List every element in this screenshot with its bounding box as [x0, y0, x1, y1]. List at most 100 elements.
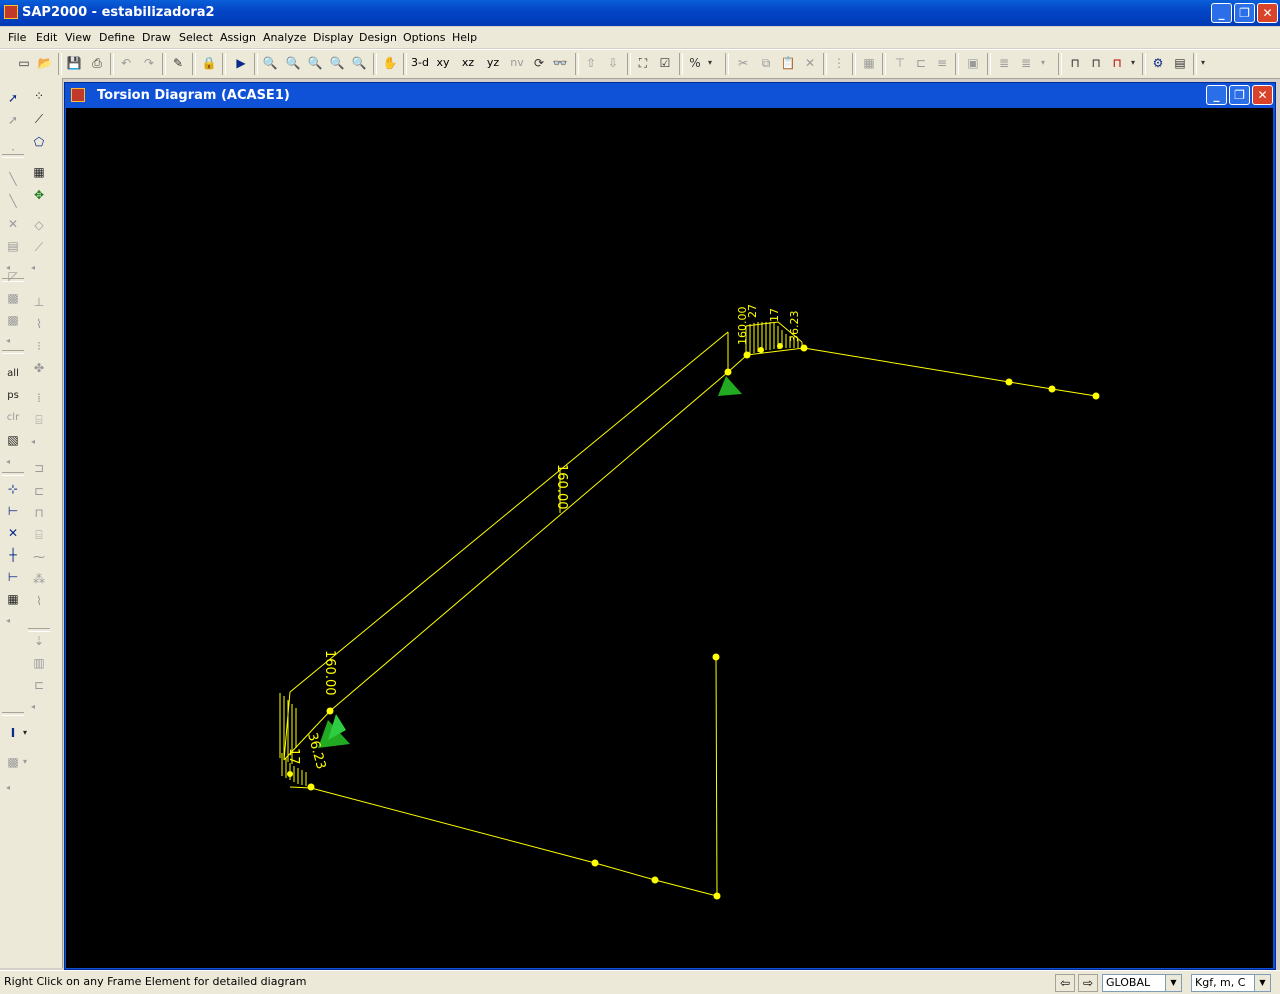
close-button[interactable]: ✕ — [1257, 3, 1278, 23]
pencil-icon[interactable]: ✎ — [168, 53, 188, 73]
joint[interactable] — [1005, 378, 1013, 386]
view-xy-button[interactable]: xy — [433, 53, 453, 73]
frame-element[interactable] — [594, 862, 656, 881]
diagram-canvas[interactable]: 160.00 160.00 27 17 36.23 160.00 36.23 1… — [66, 108, 1273, 968]
menu-analyze[interactable]: Analyze — [263, 31, 306, 44]
menu-define[interactable]: Define — [99, 31, 135, 44]
replicate-icon[interactable]: ⋮ — [829, 53, 849, 73]
child-close-button[interactable]: ✕ — [1252, 85, 1273, 105]
shell-icon[interactable]: ◸ — [3, 266, 23, 286]
new-file-icon[interactable]: ▭ — [14, 53, 34, 73]
quick-brace-icon[interactable]: ⟋ — [29, 237, 49, 257]
frame-release2-icon[interactable]: ⊏ — [29, 481, 49, 501]
area-load-icon[interactable]: ▥ — [29, 653, 49, 673]
frame-element[interactable] — [727, 354, 748, 373]
zoom-restore-icon[interactable]: 🔍 — [283, 53, 303, 73]
joint[interactable] — [307, 783, 315, 791]
chevron-down-icon[interactable]: ▾ — [20, 723, 30, 743]
child-maximize-button[interactable]: ❐ — [1229, 85, 1250, 105]
frame-element[interactable] — [803, 347, 1010, 383]
snap-line-icon[interactable]: ⊢ — [3, 567, 23, 587]
lock-icon[interactable]: 🔒 — [199, 53, 219, 73]
perspective-icon[interactable]: 👓 — [550, 53, 570, 73]
joint-patterns-icon[interactable]: ✤ — [29, 358, 49, 378]
collapse-arrow-icon[interactable]: ◂ — [4, 611, 12, 631]
menu-file[interactable]: File — [8, 31, 26, 44]
cross-icon[interactable]: ✕ — [3, 214, 23, 234]
frame-element[interactable] — [329, 371, 729, 712]
joint-load-icon[interactable]: ⇣ — [29, 631, 49, 651]
print-icon[interactable]: ⎙ — [87, 53, 107, 73]
pan-hand-icon[interactable]: ✋ — [380, 53, 400, 73]
snap-end-icon[interactable]: ⊢ — [3, 501, 23, 521]
open-folder-icon[interactable]: 📂 — [35, 53, 55, 73]
chevron-down-icon[interactable]: ▾ — [1128, 53, 1138, 73]
draw-area-icon[interactable]: ⬠ — [29, 132, 49, 152]
joint-loads-icon[interactable]: ≣ — [994, 53, 1014, 73]
frame-output2-icon[interactable]: ⌸ — [29, 525, 49, 545]
frame-element[interactable] — [310, 787, 596, 864]
zoom-window-icon[interactable]: 🔍 — [260, 53, 280, 73]
frame-element[interactable] — [654, 879, 718, 897]
view-yz-button[interactable]: yz — [483, 53, 503, 73]
undeformed-shape-icon[interactable]: ⊓ — [1065, 53, 1085, 73]
move-down-icon[interactable]: ⇩ — [603, 53, 623, 73]
frame-element[interactable] — [746, 347, 805, 356]
joint-springs-icon[interactable]: ⌇ — [29, 314, 49, 334]
menu-design[interactable]: Design — [359, 31, 397, 44]
units-select[interactable]: Kgf, m, C ▼ — [1191, 974, 1271, 992]
collapse-arrow-icon[interactable]: ◂ — [29, 432, 37, 452]
joint-restraints-icon[interactable]: ⊥ — [29, 292, 49, 312]
frame-release-icon[interactable]: ≡ — [932, 53, 952, 73]
joint[interactable] — [777, 343, 783, 349]
joint[interactable] — [287, 771, 293, 777]
save-icon[interactable]: 💾 — [64, 53, 84, 73]
arrow-right-icon[interactable]: ⇨ — [1078, 974, 1098, 992]
deformed-shape-icon[interactable]: ⊓ — [1086, 53, 1106, 73]
view-3d-button[interactable]: 3-d — [410, 53, 430, 73]
area-loads-icon[interactable]: ⁓ — [29, 547, 49, 567]
joint[interactable] — [800, 344, 808, 352]
joint[interactable] — [651, 876, 659, 884]
zoom-full-icon[interactable]: 🔍 — [305, 53, 325, 73]
undo-icon[interactable]: ↶ — [116, 53, 136, 73]
draw-joint-icon[interactable]: ⁘ — [29, 86, 49, 106]
joint[interactable] — [713, 892, 721, 900]
clear-selection-button[interactable]: clr — [3, 408, 23, 428]
menu-view[interactable]: View — [65, 31, 91, 44]
chevron-down-icon[interactable]: ▾ — [705, 53, 715, 73]
coord-system-select[interactable]: GLOBAL ▼ — [1102, 974, 1182, 992]
minimize-button[interactable]: _ — [1211, 3, 1232, 23]
design-icon[interactable]: ⚙ — [1148, 53, 1168, 73]
reshape-icon[interactable]: ➚ — [3, 110, 23, 130]
collapse-arrow-icon[interactable]: ◂ — [4, 331, 12, 351]
redo-icon[interactable]: ↷ — [139, 53, 159, 73]
joint[interactable] — [326, 707, 334, 715]
rotate-icon[interactable]: ⟳ — [529, 53, 549, 73]
zoom-in-icon[interactable]: 🔍 — [327, 53, 347, 73]
collapse-arrow-icon[interactable]: ◂ — [4, 452, 12, 472]
collapse-arrow-icon[interactable]: ◂ — [29, 258, 37, 278]
display-table-icon[interactable]: ▤ — [1170, 53, 1190, 73]
joint[interactable] — [758, 347, 764, 353]
menu-draw[interactable]: Draw — [142, 31, 171, 44]
line2-icon[interactable]: ╲ — [3, 191, 23, 211]
area-section-icon[interactable]: ▣ — [963, 53, 983, 73]
frame-element[interactable] — [715, 656, 718, 897]
joint-masses-icon[interactable]: ⁝ — [29, 336, 49, 356]
paste-icon[interactable]: 📋 — [778, 53, 798, 73]
child-minimize-button[interactable]: _ — [1206, 85, 1227, 105]
chevron-down-icon[interactable]: ▾ — [20, 752, 30, 772]
frame-section-icon[interactable]: ⌸ — [29, 410, 49, 430]
joint[interactable] — [724, 368, 732, 376]
draw-frame-icon[interactable]: ⟋ — [29, 109, 49, 129]
axes-icon[interactable]: ✥ — [29, 185, 49, 205]
mesh-icon[interactable]: ▤ — [3, 236, 23, 256]
percent-icon[interactable]: % — [685, 53, 705, 73]
menu-options[interactable]: Options — [403, 31, 445, 44]
collapse-arrow-icon[interactable]: ◂ — [29, 697, 37, 717]
joint[interactable] — [591, 859, 599, 867]
snap-midpoint-icon[interactable]: ⊹ — [3, 479, 23, 499]
run-analysis-icon[interactable]: ▶ — [231, 53, 251, 73]
shell-icon[interactable]: ▩ — [3, 310, 23, 330]
